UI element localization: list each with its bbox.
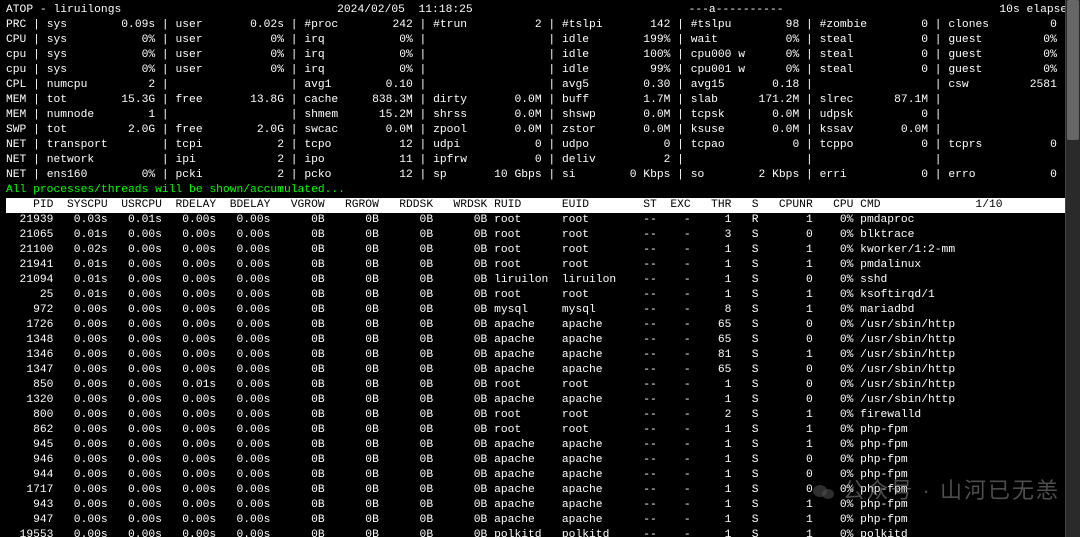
process-list: 21939 0.03s 0.01s 0.00s 0.00s 0B 0B 0B 0… [6,213,1074,537]
process-row: 1320 0.00s 0.00s 0.00s 0.00s 0B 0B 0B 0B… [6,393,1074,408]
sys-row-cpu: CPU | sys 0% | user 0% | irq 0% | | idle… [6,33,1074,48]
sys-row-mem: MEM | numnode 1 | | shmem 15.2M | shrss … [6,108,1074,123]
process-row: 945 0.00s 0.00s 0.00s 0.00s 0B 0B 0B 0B … [6,438,1074,453]
process-row: 1726 0.00s 0.00s 0.00s 0.00s 0B 0B 0B 0B… [6,318,1074,333]
process-row: 1347 0.00s 0.00s 0.00s 0.00s 0B 0B 0B 0B… [6,363,1074,378]
process-row: 800 0.00s 0.00s 0.00s 0.00s 0B 0B 0B 0B … [6,408,1074,423]
vertical-scrollbar[interactable] [1065,0,1080,537]
status-message: All processes/threads will be shown/accu… [6,183,1074,198]
process-row: 972 0.00s 0.00s 0.00s 0.00s 0B 0B 0B 0B … [6,303,1074,318]
process-row: 946 0.00s 0.00s 0.00s 0.00s 0B 0B 0B 0B … [6,453,1074,468]
process-row: 1346 0.00s 0.00s 0.00s 0.00s 0B 0B 0B 0B… [6,348,1074,363]
title-datetime: 2024/02/05 11:18:25 [337,3,473,18]
process-row: 947 0.00s 0.00s 0.00s 0.00s 0B 0B 0B 0B … [6,513,1074,528]
process-row: 850 0.00s 0.00s 0.01s 0.00s 0B 0B 0B 0B … [6,378,1074,393]
title-elapsed: 10s elapsed [999,3,1074,18]
sys-row-cpu: cpu | sys 0% | user 0% | irq 0% | | idle… [6,63,1074,78]
title-bar: ATOP - liruilongs 2024/02/05 11:18:25 --… [6,3,1074,18]
sys-row-net: NET | ens160 0% | pcki 2 | pcko 12 | sp … [6,168,1074,183]
atop-terminal[interactable]: ATOP - liruilongs 2024/02/05 11:18:25 --… [0,0,1080,537]
process-row: 21939 0.03s 0.01s 0.00s 0.00s 0B 0B 0B 0… [6,213,1074,228]
scrollbar-thumb[interactable] [1067,0,1079,140]
process-row: 1717 0.00s 0.00s 0.00s 0.00s 0B 0B 0B 0B… [6,483,1074,498]
process-row: 19553 0.00s 0.00s 0.00s 0.00s 0B 0B 0B 0… [6,528,1074,537]
sys-row-net: NET | network | ipi 2 | ipo 11 | ipfrw 0… [6,153,1074,168]
process-header: PID SYSCPU USRCPU RDELAY BDELAY VGROW RG… [6,198,1074,213]
sys-row-mem: MEM | tot 15.3G | free 13.8G | cache 838… [6,93,1074,108]
process-row: 1348 0.00s 0.00s 0.00s 0.00s 0B 0B 0B 0B… [6,333,1074,348]
sys-row-cpu: cpu | sys 0% | user 0% | irq 0% | | idle… [6,48,1074,63]
process-row: 21094 0.01s 0.00s 0.00s 0.00s 0B 0B 0B 0… [6,273,1074,288]
sys-row-cpl: CPL | numcpu 2 | | avg1 0.10 | | avg5 0.… [6,78,1074,93]
process-row: 25 0.01s 0.00s 0.00s 0.00s 0B 0B 0B 0B r… [6,288,1074,303]
process-row: 943 0.00s 0.00s 0.00s 0.00s 0B 0B 0B 0B … [6,498,1074,513]
process-row: 21941 0.01s 0.00s 0.00s 0.00s 0B 0B 0B 0… [6,258,1074,273]
sys-row-swp: SWP | tot 2.0G | free 2.0G | swcac 0.0M … [6,123,1074,138]
sys-row-net: NET | transport | tcpi 2 | tcpo 12 | udp… [6,138,1074,153]
title-host: ATOP - liruilongs [6,3,121,18]
process-row: 944 0.00s 0.00s 0.00s 0.00s 0B 0B 0B 0B … [6,468,1074,483]
system-stats: PRC | sys 0.09s | user 0.02s | #proc 242… [6,18,1074,183]
process-row: 21065 0.01s 0.00s 0.00s 0.00s 0B 0B 0B 0… [6,228,1074,243]
sys-row-prc: PRC | sys 0.09s | user 0.02s | #proc 242… [6,18,1074,33]
process-row: 21100 0.02s 0.00s 0.00s 0.00s 0B 0B 0B 0… [6,243,1074,258]
title-flags: ---a---------- [689,3,784,18]
process-row: 862 0.00s 0.00s 0.00s 0.00s 0B 0B 0B 0B … [6,423,1074,438]
